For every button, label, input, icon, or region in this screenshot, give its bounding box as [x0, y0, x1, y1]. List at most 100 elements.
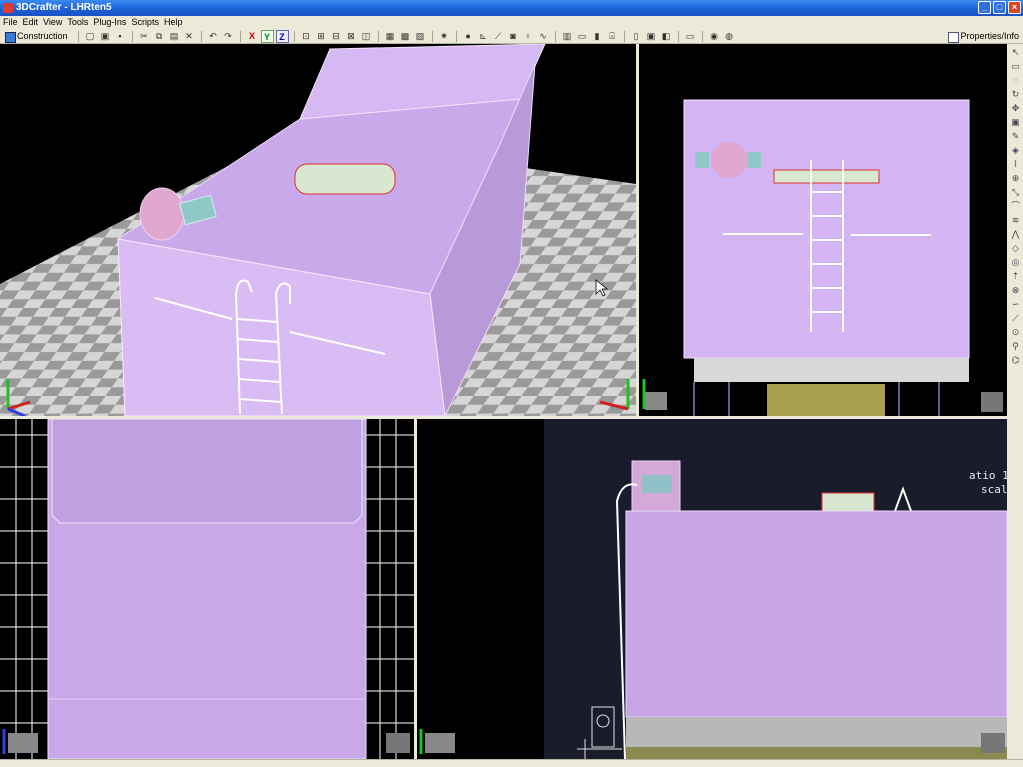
properties-info-button[interactable]: Properties/Info	[948, 30, 1019, 43]
quad-view-icon[interactable]: ▣	[645, 30, 658, 43]
window-title: 3DCrafter - LHRten5	[16, 2, 112, 13]
zoom-all-icon[interactable]: ⊠	[345, 30, 358, 43]
construction-mode-button[interactable]: Construction	[3, 30, 73, 43]
save-icon[interactable]: ▪	[114, 30, 127, 43]
redo-icon[interactable]: ↷	[222, 30, 235, 43]
water-hatch	[294, 163, 396, 195]
smooth-icon[interactable]: ∽	[1010, 298, 1021, 310]
open-folder-icon[interactable]: ▣	[99, 30, 112, 43]
toolbar-separator	[623, 30, 625, 42]
rotate-icon[interactable]: ↻	[1010, 88, 1021, 100]
menu-help[interactable]: Help	[164, 16, 188, 29]
split-view-icon[interactable]: ◧	[660, 30, 673, 43]
twist-icon[interactable]: ≋	[1010, 214, 1021, 226]
nav-cube[interactable]	[386, 733, 410, 753]
vehicle-icon[interactable]: ▭	[576, 30, 589, 43]
pivot-icon[interactable]: ⊕	[1010, 172, 1021, 184]
window-view-icon[interactable]: ▭	[684, 30, 697, 43]
paste-icon[interactable]: ▤	[168, 30, 181, 43]
render-icon[interactable]: ◉	[708, 30, 721, 43]
extrude-icon[interactable]: ⇡	[1010, 270, 1021, 282]
scale-icon[interactable]: ⤡	[1010, 186, 1021, 198]
perspective-viewport[interactable]	[0, 44, 636, 416]
nav-cube[interactable]	[981, 392, 1003, 412]
select-box-icon[interactable]: ▭	[1010, 60, 1021, 72]
axis-z-toggle[interactable]: Z	[275, 29, 289, 43]
maximize-button[interactable]: □	[993, 1, 1006, 14]
path-icon[interactable]: ∿	[537, 30, 550, 43]
image-icon[interactable]: ▣	[1010, 116, 1021, 128]
weld-icon[interactable]: ⊙	[1010, 326, 1021, 338]
render-region-icon[interactable]: ▥	[561, 30, 574, 43]
cut-icon[interactable]: ✂	[138, 30, 151, 43]
close-button[interactable]: ×	[1008, 1, 1021, 14]
bevel-icon[interactable]: ◇	[1010, 242, 1021, 254]
air-tank-front	[711, 142, 747, 178]
light-icon[interactable]: ✷	[438, 30, 451, 43]
axis-gizmo	[2, 729, 38, 754]
lathe-icon[interactable]: ◎	[1010, 256, 1021, 268]
axis-x-toggle[interactable]: X	[246, 30, 259, 43]
toolbar-separator	[701, 30, 703, 42]
zoom-fit-icon[interactable]: ◫	[360, 30, 373, 43]
top-viewport[interactable]	[0, 419, 414, 759]
minimize-button[interactable]: _	[978, 1, 991, 14]
grid-left	[0, 419, 48, 759]
menu-plug-ins[interactable]: Plug-Ins	[93, 16, 131, 29]
zoom-window-icon[interactable]: ⊟	[330, 30, 343, 43]
menu-view[interactable]: View	[43, 16, 67, 29]
bulb-icon[interactable]: ♀	[522, 30, 535, 43]
air-tank	[139, 187, 185, 241]
menu-edit[interactable]: Edit	[23, 16, 44, 29]
texture-icon[interactable]: ▧	[414, 30, 427, 43]
bone-tool-icon[interactable]: ⚲	[1010, 340, 1021, 352]
menu-file[interactable]: File	[3, 16, 23, 29]
material-icon[interactable]: ▮	[591, 30, 604, 43]
zoom-selection-icon[interactable]: ⊞	[315, 30, 328, 43]
toolbar-separator	[377, 30, 379, 42]
web-icon[interactable]: ◍	[723, 30, 736, 43]
toolbar-separator	[131, 30, 133, 42]
nav-cube[interactable]	[981, 733, 1005, 753]
menu-tools[interactable]: Tools	[67, 16, 93, 29]
toolbar-separator	[239, 30, 241, 42]
tender-side-frame	[626, 717, 1007, 747]
menu-scripts[interactable]: Scripts	[131, 16, 164, 29]
skin-icon[interactable]: ⌬	[1010, 354, 1021, 366]
tender-front-face	[683, 99, 970, 359]
eyedropper-icon[interactable]: ⌇	[1010, 158, 1021, 170]
main-toolbar: Construction ▢ ▣ ▪ ✂ ⧉ ▤ ✕ ↶ ↷ X Y Z ⊡ ⊞…	[0, 29, 1023, 44]
sphere-primitive-icon[interactable]: ●	[462, 30, 475, 43]
pin-icon[interactable]: ⍓	[606, 30, 619, 43]
single-view-icon[interactable]: ▯	[630, 30, 643, 43]
hatch-side	[821, 492, 875, 512]
select-arrow-icon[interactable]: ↖	[1010, 46, 1021, 58]
menu-bar: File Edit View Tools Plug-Ins Scripts He…	[0, 16, 1023, 29]
boolean-icon[interactable]: ⊗	[1010, 284, 1021, 296]
new-file-icon[interactable]: ▢	[84, 30, 97, 43]
side-viewport[interactable]: atio 1:48 scale	[417, 419, 1007, 759]
bend-icon[interactable]: ⌒	[1010, 200, 1021, 212]
taper-icon[interactable]: ⋀	[1010, 228, 1021, 240]
move-icon[interactable]: ✥	[1010, 102, 1021, 114]
lasso-icon[interactable]: ◌	[1010, 74, 1021, 86]
fill-icon[interactable]: ◈	[1010, 144, 1021, 156]
toolbar-separator	[293, 30, 295, 42]
undo-icon[interactable]: ↶	[207, 30, 220, 43]
delete-icon[interactable]: ✕	[183, 30, 196, 43]
knife-icon[interactable]: ⟋	[1010, 312, 1021, 324]
front-viewport[interactable]	[639, 44, 1007, 416]
tender-frame	[694, 358, 969, 382]
mesh-icon[interactable]: ▩	[399, 30, 412, 43]
grid-snap-icon[interactable]: ▦	[384, 30, 397, 43]
axis-y-toggle[interactable]: Y	[260, 29, 274, 43]
paint-icon[interactable]: ✎	[1010, 130, 1021, 142]
copy-icon[interactable]: ⧉	[153, 30, 166, 43]
toolbar-separator	[200, 30, 202, 42]
zoom-extents-icon[interactable]: ⊡	[300, 30, 313, 43]
bone-icon[interactable]: ⟋	[492, 30, 505, 43]
tender-side-body	[625, 510, 1007, 718]
camera-icon[interactable]: ◙	[507, 30, 520, 43]
bunker-top-plan	[51, 419, 363, 524]
axes-icon[interactable]: ⊾	[477, 30, 490, 43]
